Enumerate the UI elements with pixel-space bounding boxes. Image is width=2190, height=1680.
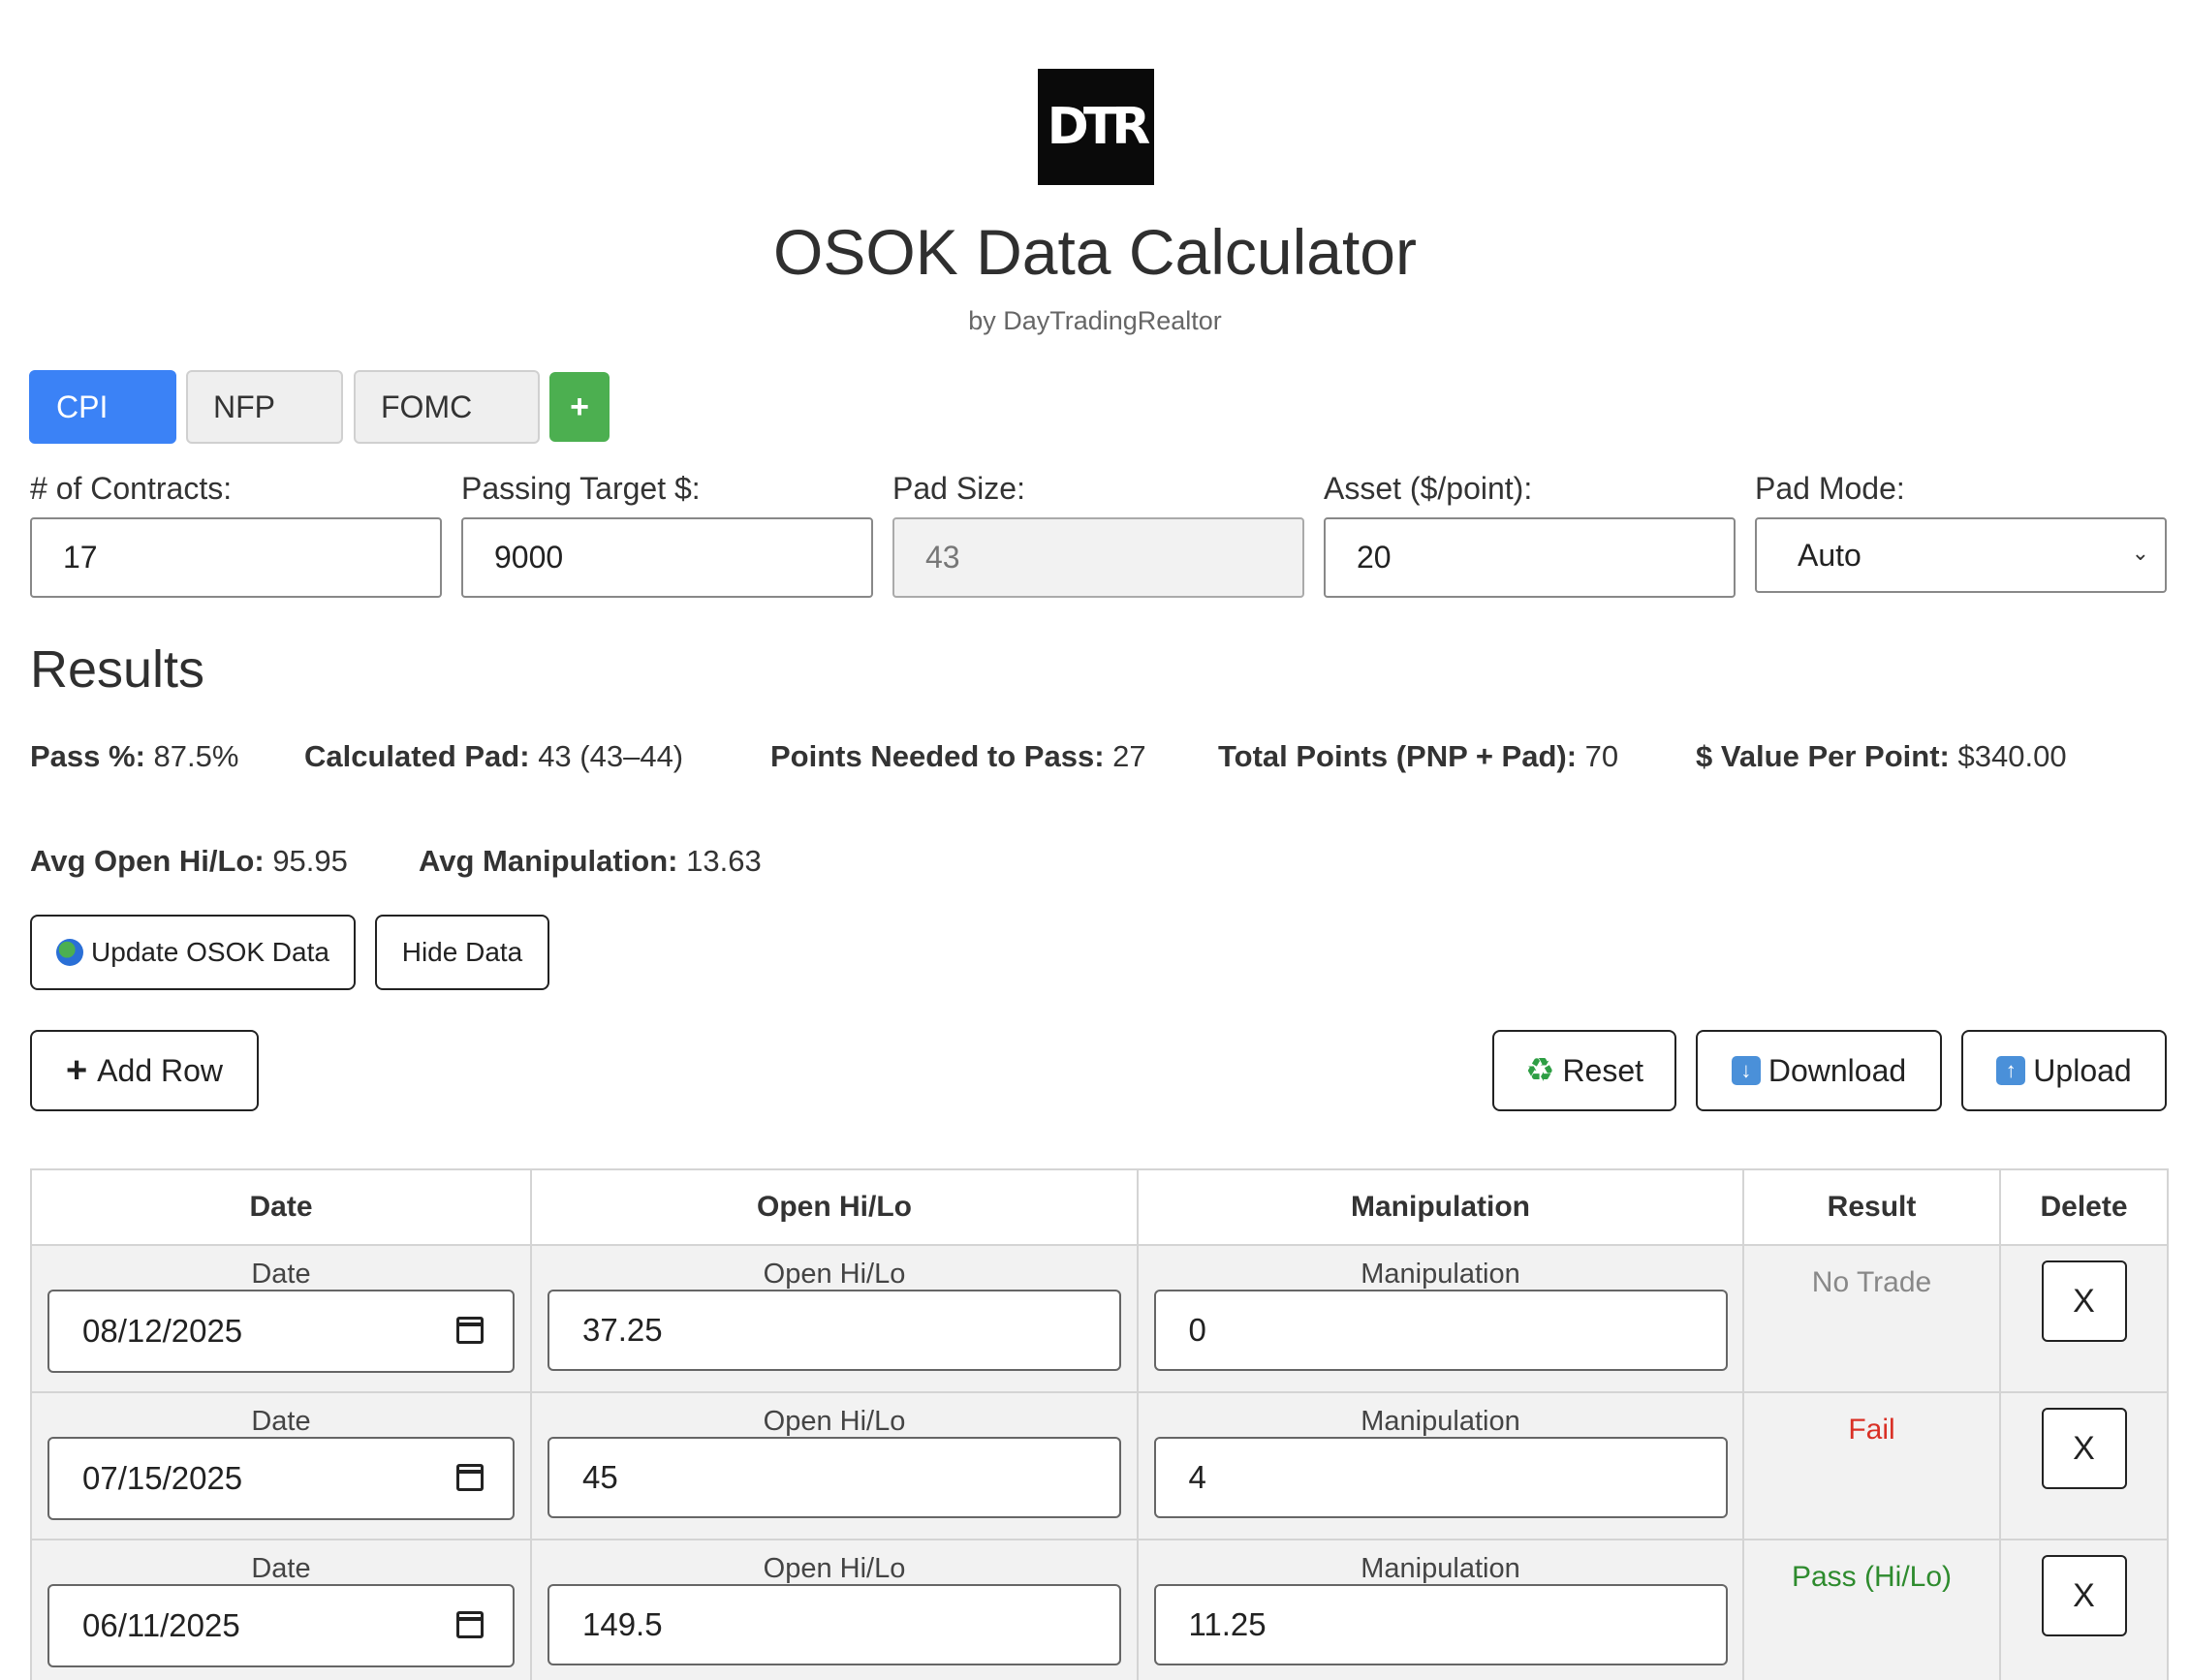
- delete-cell: X: [1999, 1391, 2169, 1540]
- open-hilo-input[interactable]: 37.25: [548, 1290, 1121, 1371]
- calendar-icon[interactable]: [456, 1464, 484, 1491]
- result-text: No Trade: [1811, 1266, 1932, 1298]
- header-manipulation: Manipulation: [1137, 1168, 1744, 1246]
- passing-target-label: Passing Target $:: [461, 471, 701, 506]
- pad-size-label: Pad Size:: [892, 471, 1025, 506]
- table-row: Date 08/12/2025 Open Hi/Lo 37.25 Manipul…: [30, 1244, 2169, 1393]
- recycle-icon: ♻: [1524, 1052, 1555, 1089]
- pad-size-input: 43: [892, 517, 1304, 598]
- update-osok-data-button[interactable]: Update OSOK Data: [30, 915, 356, 990]
- upload-button[interactable]: ↑ Upload: [1961, 1030, 2167, 1111]
- pad-mode-select[interactable]: Auto ⌄: [1755, 517, 2167, 593]
- pad-mode-label: Pad Mode:: [1755, 471, 1905, 506]
- result-text: Pass (Hi/Lo): [1791, 1561, 1953, 1593]
- upload-icon: ↑: [1996, 1056, 2026, 1085]
- manipulation-cell: Manipulation 4: [1137, 1391, 1744, 1540]
- download-button[interactable]: ↓ Download: [1696, 1030, 1942, 1111]
- result-cell: Pass (Hi/Lo): [1742, 1539, 2001, 1680]
- add-tab-button[interactable]: +: [549, 372, 610, 442]
- stat-value-per-point: $ Value Per Point: $340.00: [1696, 739, 2067, 773]
- table-row: Date 06/11/2025 Open Hi/Lo 149.5 Manipul…: [30, 1539, 2169, 1680]
- manipulation-cell-label: Manipulation: [1361, 1406, 1520, 1437]
- page-subtitle: by DayTradingRealtor: [968, 306, 1222, 335]
- page: DTR OSOK Data Calculator by DayTradingRe…: [0, 0, 2190, 1680]
- pad-mode-value: Auto: [1798, 537, 1862, 573]
- stat-avg-manipulation: Avg Manipulation: 13.63: [419, 844, 762, 878]
- open-cell: Open Hi/Lo 149.5: [530, 1539, 1139, 1680]
- date-cell: Date 07/15/2025: [30, 1391, 532, 1540]
- stat-total-points: Total Points (PNP + Pad): 70: [1218, 739, 1619, 773]
- reset-button[interactable]: ♻ Reset: [1492, 1030, 1676, 1111]
- date-cell-label: Date: [251, 1553, 311, 1584]
- delete-cell: X: [1999, 1244, 2169, 1393]
- delete-cell: X: [1999, 1539, 2169, 1680]
- add-row-button[interactable]: + Add Row: [30, 1030, 259, 1111]
- delete-row-button[interactable]: X: [2041, 1555, 2127, 1636]
- date-cell-label: Date: [251, 1406, 311, 1437]
- table-header-row: Date Open Hi/Lo Manipulation Result Dele…: [30, 1168, 2169, 1246]
- page-title: OSOK Data Calculator: [773, 216, 1417, 288]
- open-cell: Open Hi/Lo 45: [530, 1391, 1139, 1540]
- manipulation-cell: Manipulation 11.25: [1137, 1539, 1744, 1680]
- manipulation-cell-label: Manipulation: [1361, 1553, 1520, 1584]
- hide-data-button[interactable]: Hide Data: [375, 915, 549, 990]
- stat-calculated-pad: Calculated Pad: 43 (43–44): [304, 739, 684, 773]
- date-cell: Date 08/12/2025: [30, 1244, 532, 1393]
- manipulation-cell-label: Manipulation: [1361, 1259, 1520, 1290]
- passing-target-input[interactable]: 9000: [461, 517, 873, 598]
- table-row: Date 07/15/2025 Open Hi/Lo 45 Manipulati…: [30, 1391, 2169, 1540]
- asset-input[interactable]: 20: [1324, 517, 1736, 598]
- contracts-input[interactable]: 17: [30, 517, 442, 598]
- date-input[interactable]: 07/15/2025: [47, 1437, 515, 1520]
- open-hilo-input[interactable]: 45: [548, 1437, 1121, 1518]
- stat-avg-open: Avg Open Hi/Lo: 95.95: [30, 844, 348, 878]
- dtr-logo: DTR: [1038, 69, 1154, 185]
- tab-nfp[interactable]: NFP: [186, 370, 343, 444]
- open-hilo-input[interactable]: 149.5: [548, 1584, 1121, 1665]
- chevron-down-icon: ⌄: [2131, 541, 2149, 565]
- date-cell-label: Date: [251, 1259, 311, 1290]
- manipulation-cell: Manipulation 0: [1137, 1244, 1744, 1393]
- manipulation-input[interactable]: 11.25: [1153, 1584, 1728, 1665]
- manipulation-input[interactable]: 0: [1153, 1290, 1728, 1371]
- globe-icon: [56, 939, 84, 966]
- header-date: Date: [30, 1168, 532, 1246]
- plus-icon: +: [65, 1049, 88, 1091]
- open-cell: Open Hi/Lo 37.25: [530, 1244, 1139, 1393]
- date-input[interactable]: 06/11/2025: [47, 1584, 515, 1667]
- date-cell: Date 06/11/2025: [30, 1539, 532, 1680]
- tab-fomc[interactable]: FOMC: [354, 370, 540, 444]
- results-heading: Results: [30, 640, 205, 699]
- header-open-hilo: Open Hi/Lo: [530, 1168, 1139, 1246]
- stat-points-needed: Points Needed to Pass: 27: [770, 739, 1146, 773]
- delete-row-button[interactable]: X: [2041, 1260, 2127, 1342]
- result-text: Fail: [1848, 1414, 1895, 1446]
- asset-label: Asset ($/point):: [1324, 471, 1533, 506]
- header-result: Result: [1742, 1168, 2001, 1246]
- download-icon: ↓: [1731, 1056, 1761, 1085]
- stat-pass-pct: Pass %: 87.5%: [30, 739, 239, 773]
- result-cell: No Trade: [1742, 1244, 2001, 1393]
- open-cell-label: Open Hi/Lo: [763, 1259, 906, 1290]
- contracts-label: # of Contracts:: [30, 471, 233, 506]
- header-delete: Delete: [1999, 1168, 2169, 1246]
- open-cell-label: Open Hi/Lo: [763, 1406, 906, 1437]
- open-cell-label: Open Hi/Lo: [763, 1553, 906, 1584]
- manipulation-input[interactable]: 4: [1153, 1437, 1728, 1518]
- calendar-icon[interactable]: [456, 1611, 484, 1638]
- calendar-icon[interactable]: [456, 1317, 484, 1344]
- osok-data-table: Date Open Hi/Lo Manipulation Result Dele…: [30, 1168, 2169, 1680]
- date-input[interactable]: 08/12/2025: [47, 1290, 515, 1373]
- delete-row-button[interactable]: X: [2041, 1408, 2127, 1489]
- tab-cpi[interactable]: CPI: [29, 370, 176, 444]
- result-cell: Fail: [1742, 1391, 2001, 1540]
